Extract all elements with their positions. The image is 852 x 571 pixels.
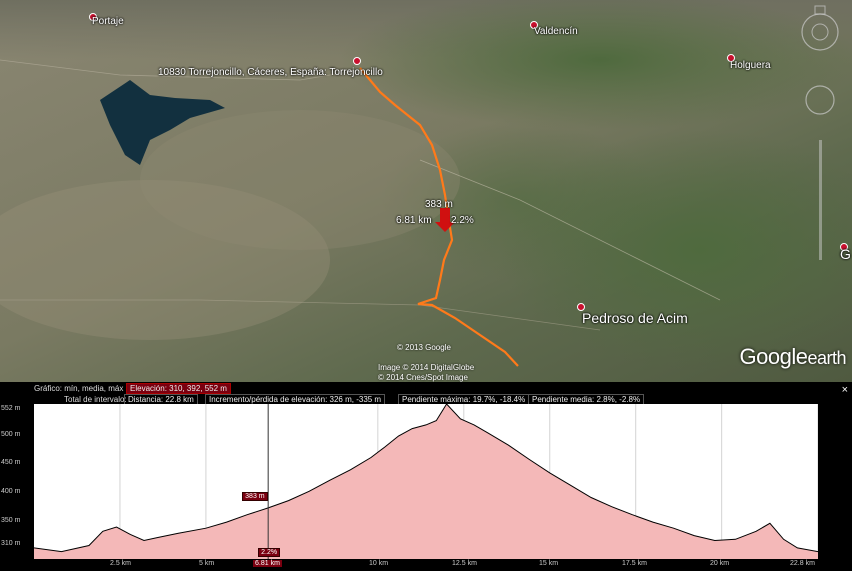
x-tick-label: 12.5 km [452,560,477,567]
y-tick-label: 450 m [1,459,21,466]
x-tick-label: 22.8 km [790,560,815,567]
x-tick-label: 17.5 km [622,560,647,567]
close-icon[interactable]: × [842,384,848,396]
y-tick-label: 400 m [1,488,21,495]
search-result-label[interactable]: 10830 Torrejoncillo, Cáceres, España: To… [158,67,383,78]
total-interval-label: Total de intervalo: [64,395,127,404]
zoom-slider[interactable] [819,140,822,260]
logo-brand: Google [739,344,808,369]
y-tick-label: 500 m [1,431,21,438]
elevation-stats: Elevación: 310, 392, 552 m [126,383,231,394]
place-label[interactable]: G [840,246,851,262]
cursor-elevation-tag: 383 m [242,492,268,501]
place-label[interactable]: Holguera [730,60,771,71]
x-tick-label: 5 km [199,560,215,567]
place-pin-icon [353,57,361,65]
elevation-chart[interactable] [34,404,818,559]
map-credit: © 2013 Google [397,343,451,352]
elevation-area [34,404,818,559]
y-tick-label: 552 m [1,405,21,412]
map-credit: Image © 2014 DigitalGlobe [378,363,475,372]
route-marker-grade: 2.2% [451,215,474,226]
cursor-grade-tag: 2.2% [258,548,281,557]
map-view[interactable]: Portaje Valdencín Holguera 10830 Torrejo… [0,0,852,382]
x-tick-label-cursor: 6.81 km [253,560,282,567]
satellite-imagery [0,0,852,382]
elevation-profile-panel[interactable]: Gráfico: mín, media, máx Elevación: 310,… [0,382,852,571]
x-tick-label: 2.5 km [110,560,132,567]
x-tick-label: 20 km [710,560,730,567]
y-tick-label: 310 m [1,540,21,547]
route-marker-distance: 6.81 km [396,215,432,226]
x-tick-label: 15 km [539,560,559,567]
google-earth-logo: Googleearth [739,344,847,370]
place-label[interactable]: Pedroso de Acim [582,310,688,326]
logo-product: earth [807,348,846,368]
x-tick-label: 10 km [369,560,389,567]
route-marker-elevation: 383 m [425,199,453,210]
graph-label: Gráfico: mín, media, máx [34,384,124,393]
place-label[interactable]: Valdencín [534,26,578,37]
place-label[interactable]: Portaje [92,16,124,27]
y-tick-label: 350 m [1,517,21,524]
map-credit: © 2014 Cnes/Spot Image [378,373,468,382]
